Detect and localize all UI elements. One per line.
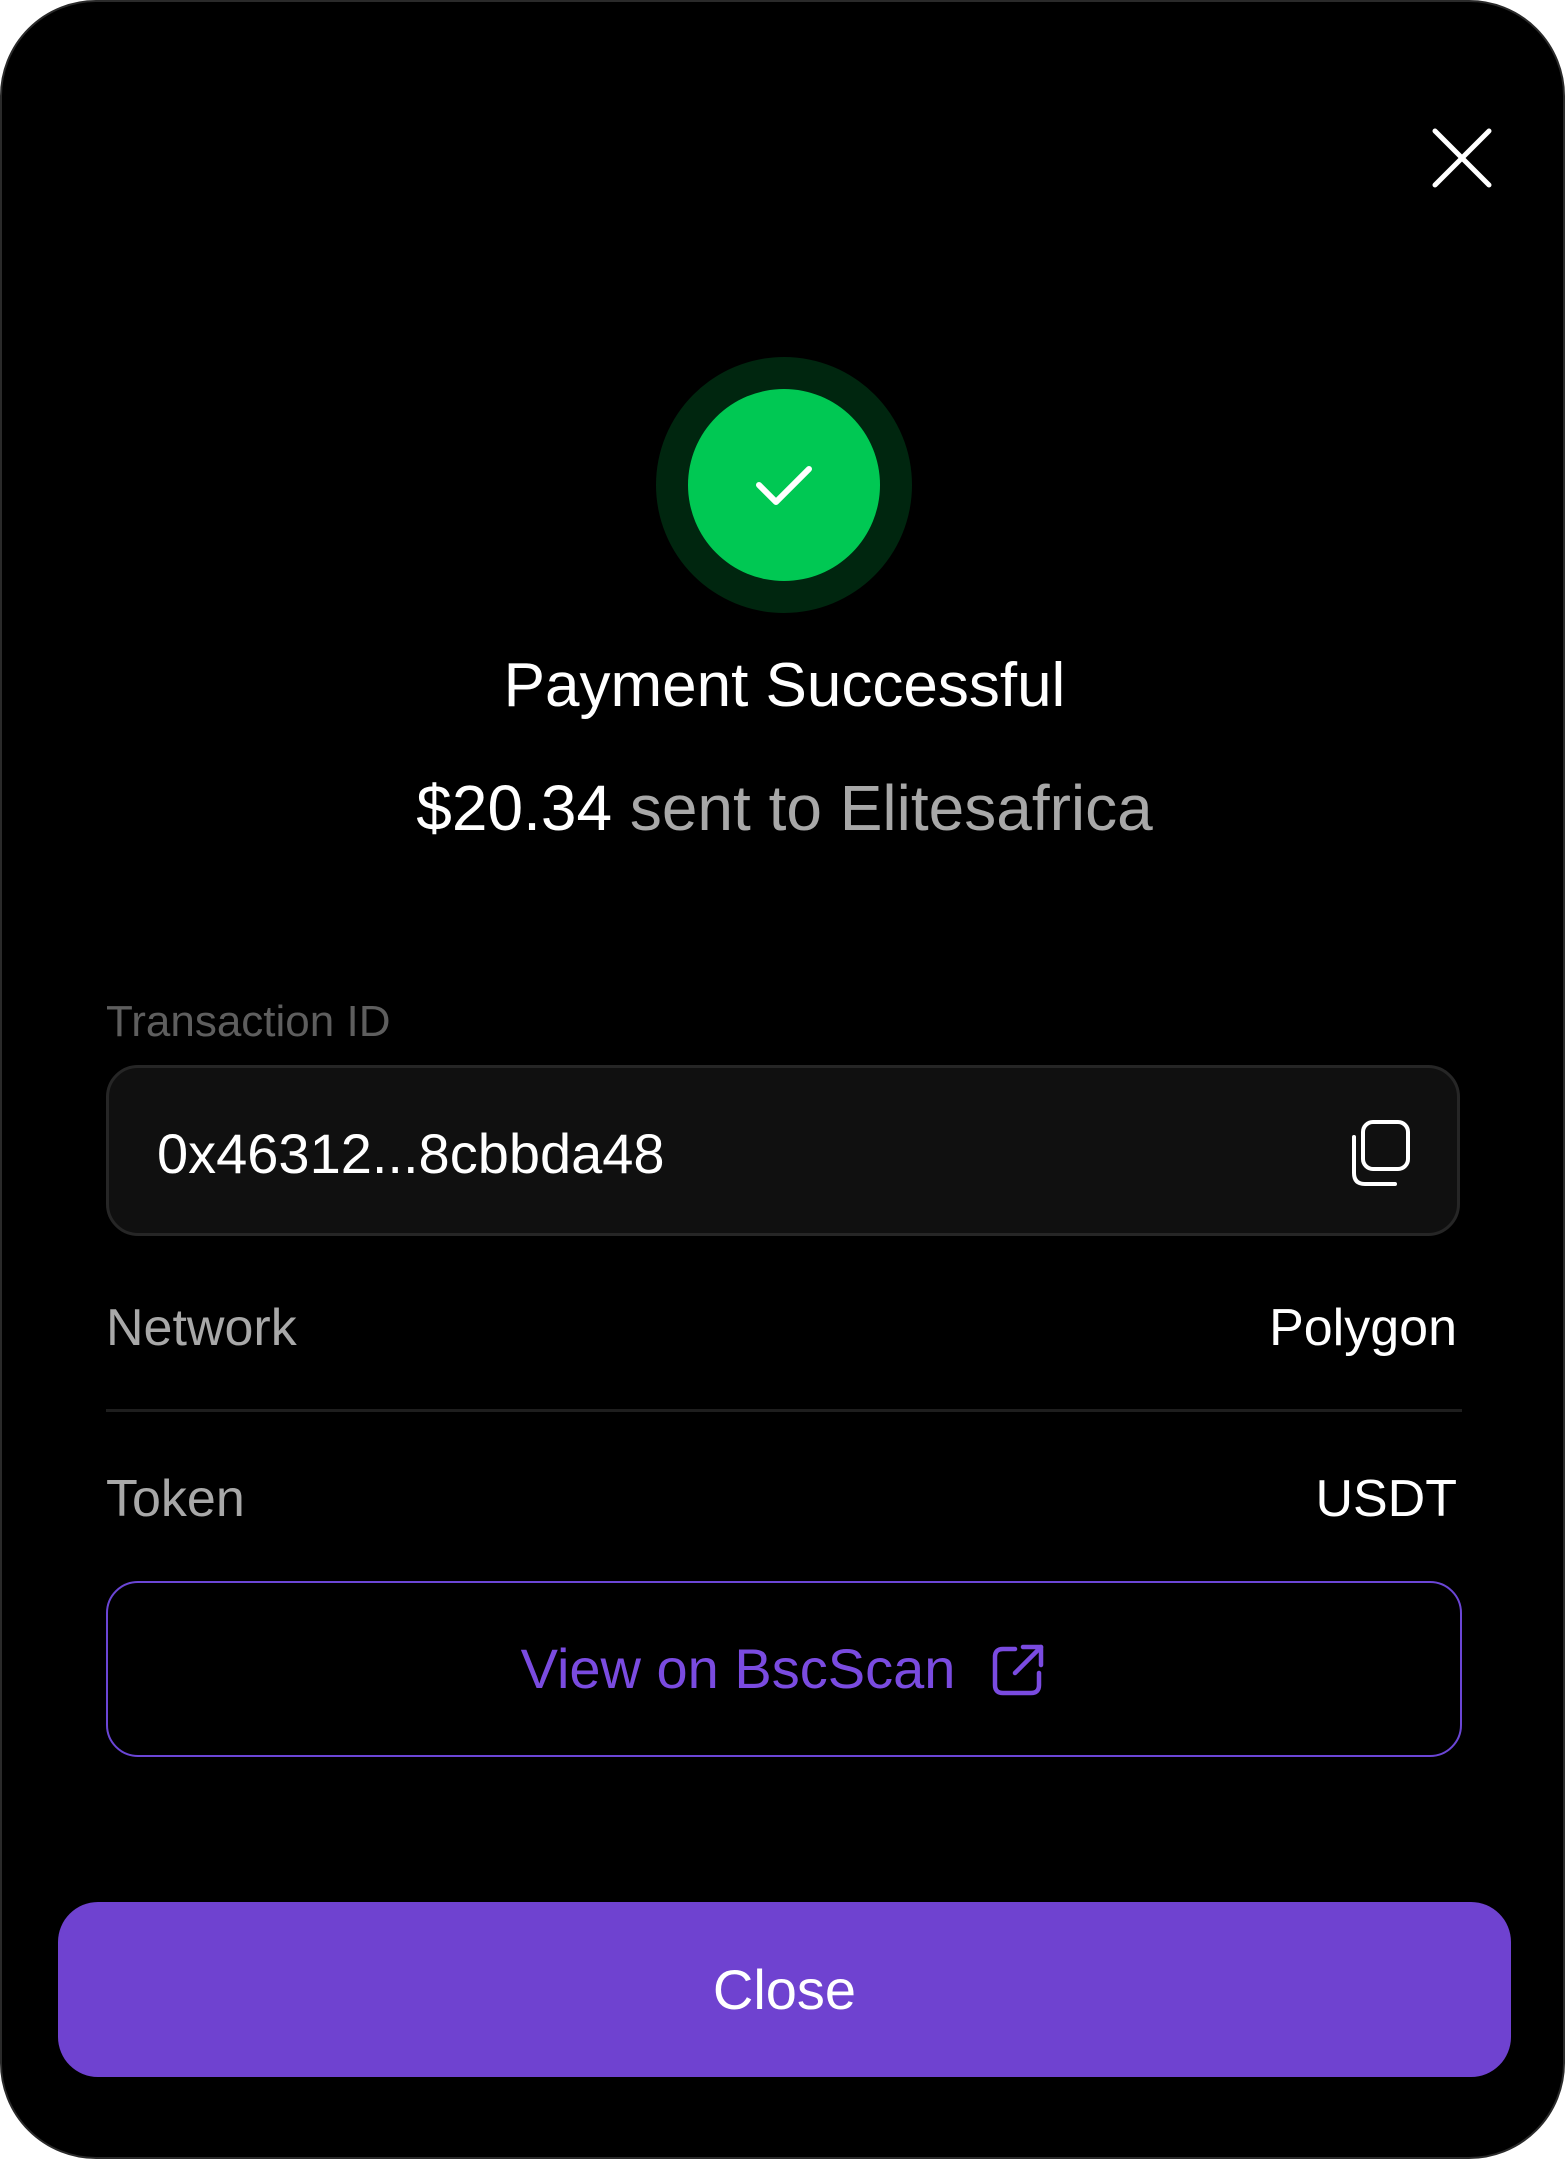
success-circle — [688, 389, 880, 581]
network-value: Polygon — [1269, 1299, 1457, 1357]
success-badge — [656, 357, 912, 613]
view-on-bscscan-button[interactable]: View on BscScan — [106, 1581, 1462, 1757]
token-value: USDT — [1315, 1470, 1457, 1528]
token-label: Token — [106, 1470, 245, 1528]
transaction-id-label: Transaction ID — [106, 997, 391, 1046]
close-button-label: Close — [712, 1957, 857, 2021]
network-label: Network — [106, 1299, 297, 1357]
copy-icon[interactable] — [1343, 1117, 1415, 1189]
transaction-id-value: 0x46312...8cbbda48 — [157, 1122, 665, 1185]
checkmark-icon — [756, 466, 812, 505]
close-icon[interactable] — [1426, 122, 1498, 194]
payment-recipient: sent to Elitesafrica — [612, 772, 1153, 844]
external-link-icon — [993, 1644, 1044, 1696]
payment-amount: $20.34 — [416, 772, 613, 844]
payment-success-modal: Payment Successful $20.34 sent to Elites… — [0, 0, 1565, 2159]
payment-summary: $20.34 sent to Elitesafrica — [2, 770, 1563, 846]
divider — [106, 1409, 1462, 1412]
view-on-bscscan-label: View on BscScan — [520, 1637, 956, 1700]
close-button[interactable]: Close — [58, 1902, 1511, 2077]
modal-title: Payment Successful — [503, 651, 1066, 720]
transaction-id-field: 0x46312...8cbbda48 — [106, 1065, 1460, 1236]
